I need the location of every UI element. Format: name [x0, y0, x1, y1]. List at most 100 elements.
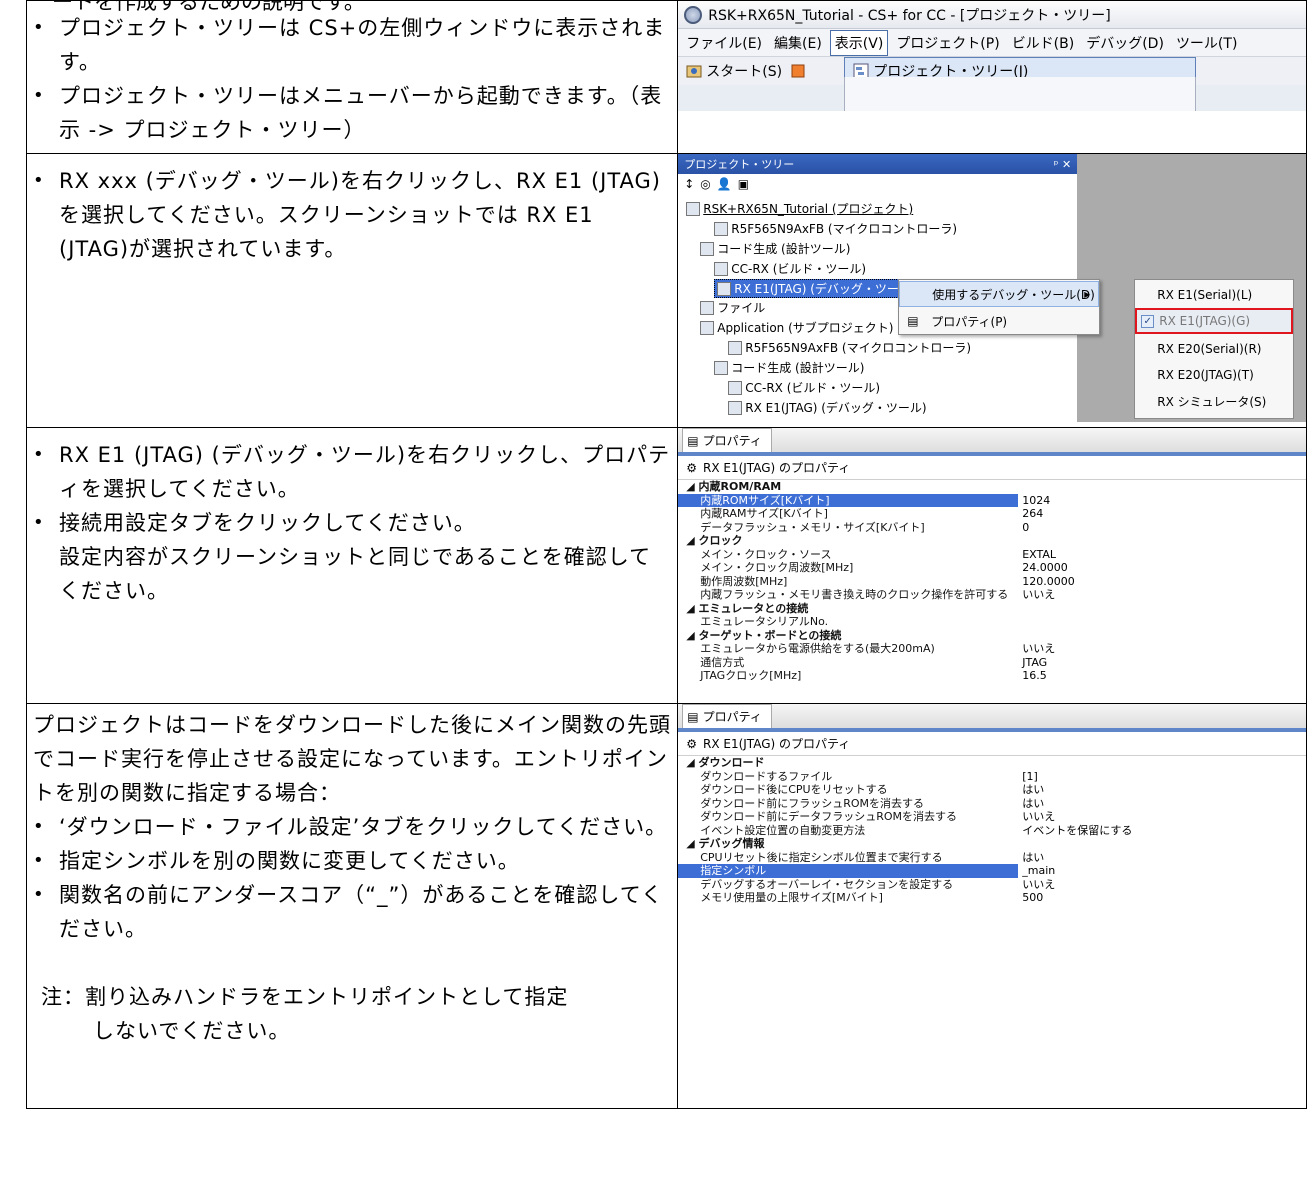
menu-debug[interactable]: デバッグ(D) [1082, 31, 1168, 55]
submenu-e1-jtag-checked[interactable]: ✓ RX E1(JTAG)(G) [1135, 308, 1294, 334]
start-label: スタート(S) [706, 64, 783, 80]
property-category[interactable]: ◢ クロック [678, 534, 1306, 548]
property-row[interactable]: ダウンロード前にデータフラッシュROMを消去する いいえ [678, 810, 1306, 824]
property-row[interactable]: 内蔵RAMサイズ[Kバイト] 264 [678, 507, 1306, 521]
menu-tool[interactable]: ツール(T) [1172, 31, 1241, 55]
menu-project[interactable]: プロジェクト(P) [892, 31, 1003, 55]
submenu-label: RX シミュレータ(S) [1157, 394, 1267, 409]
property-row[interactable]: エミュレータシリアルNo. [678, 615, 1306, 629]
row4-screenshot-cell: ▤ プロパティ ⚙ RX E1(JTAG) のプロパティ ◢ ダウンロード ダウンロー… [677, 703, 1307, 1109]
property-row[interactable]: エミュレータから電源供給をする(最大200mA) いいえ [678, 642, 1306, 656]
download-properties-screenshot: ▤ プロパティ ⚙ RX E1(JTAG) のプロパティ ◢ ダウンロード ダウンロー… [678, 704, 1306, 934]
toolbar-icon[interactable] [790, 63, 806, 79]
member-icon[interactable]: 👤 [717, 177, 732, 191]
property-row[interactable]: 指定シンボル _main [678, 864, 1306, 878]
property-icon[interactable]: ◎ [700, 177, 710, 191]
row1-text-cell: プロジェクト・ツリーは CS+の左側ウィンドウに表示されます。 プロジェクト・ツ… [25, 0, 679, 154]
refresh-icon[interactable]: ▣ [738, 177, 749, 191]
submenu-label: RX E20(Serial)(R) [1157, 342, 1262, 356]
tree-item-files[interactable]: ファイル [700, 299, 765, 316]
property-category[interactable]: ◢ 内蔵ROM/RAM [678, 480, 1306, 494]
properties-tab[interactable]: ▤ プロパティ [682, 704, 773, 728]
tree-item-debug-tool-selected[interactable]: RX E1(JTAG) (デバッグ・ツール) [714, 279, 919, 298]
property-category[interactable]: ◢ デバッグ情報 [678, 837, 1306, 851]
row4-bullet-2: 指定シンボルを別の関数に変更してください。 [33, 844, 671, 878]
sort-icon[interactable]: ↕ [684, 177, 694, 191]
panel-pin-close-icons[interactable]: ᵖ ✕ [1054, 158, 1071, 171]
property-key: エミュレータシリアルNo. [700, 615, 829, 628]
property-row[interactable]: ダウンロード前にフラッシュROMを消去する はい [678, 797, 1306, 811]
properties-tab[interactable]: ▤ プロパティ [682, 428, 773, 452]
property-row[interactable]: メモリ使用量の上限サイズ[Mバイト] 500 [678, 891, 1306, 905]
property-key: ターゲット・ボードとの接続 [698, 628, 842, 642]
menu-build[interactable]: ビルド(B) [1008, 31, 1079, 55]
property-category[interactable]: ◢ ダウンロード [678, 756, 1306, 770]
property-row[interactable]: メイン・クロック・ソース EXTAL [678, 548, 1306, 562]
row1-bullet-1: プロジェクト・ツリーは CS+の左側ウィンドウに表示されます。 [33, 11, 671, 79]
tree-item-sub-mcu[interactable]: R5F565N9AxFB (マイクロコントローラ) [728, 339, 971, 356]
properties-header-label: RX E1(JTAG) のプロパティ [703, 461, 851, 475]
property-row[interactable]: メイン・クロック周波数[MHz] 24.0000 [678, 561, 1306, 575]
property-value: いいえ [1022, 877, 1056, 891]
property-row[interactable]: イベント設定位置の自動変更方法 イベントを保留にする [678, 824, 1306, 838]
tree-item-subproject[interactable]: Application (サブプロジェクト) [700, 319, 893, 336]
property-category[interactable]: ◢ エミュレータとの接続 [678, 602, 1306, 616]
chip-icon [714, 221, 729, 236]
tree-item-label: Application (サブプロジェクト) [717, 321, 894, 335]
property-row[interactable]: 内蔵ROMサイズ[Kバイト] 1024 [678, 493, 1306, 507]
context-menu-properties[interactable]: ▤ プロパティ(P) [899, 308, 1099, 334]
row3-confirm-text: 設定内容がスクリーンショットと同じであることを確認してください。 [59, 545, 652, 603]
property-category[interactable]: ◢ ターゲット・ボードとの接続 [678, 629, 1306, 643]
property-value: いいえ [1022, 642, 1056, 655]
property-key: ダウンロードするファイル [700, 769, 833, 783]
debug-tool-icon: ⚙ [686, 460, 697, 475]
tree-item-label: ファイル [717, 301, 766, 315]
properties-icon: ▤ [687, 433, 699, 448]
context-menu-debug-tool[interactable]: 使用するデバッグ・ツール(D) ▸ [899, 281, 1100, 307]
submenu-simulator[interactable]: RX シミュレータ(S) [1135, 388, 1293, 414]
menu-view[interactable]: 表示(V) [829, 29, 889, 56]
property-row[interactable]: JTAGクロック[MHz] 16.5 [678, 669, 1306, 683]
properties-tabbar: ▤ プロパティ [678, 704, 1306, 732]
property-row[interactable]: 動作周波数[MHz] 120.0000 [678, 575, 1306, 589]
row3-screenshot-cell: ▤ プロパティ ⚙ RX E1(JTAG) のプロパティ ◢ 内蔵ROM/RAM 内蔵… [677, 427, 1307, 704]
property-row[interactable]: デバッグするオーバーレイ・セクションを設定する いいえ [678, 878, 1306, 892]
property-row[interactable]: CPUリセット後に指定シンボル位置まで実行する はい [678, 851, 1306, 865]
property-row[interactable]: 内蔵フラッシュ・メモリ書き換え時のクロック操作を許可する いいえ [678, 588, 1306, 602]
property-row[interactable]: 通信方式 JTAG [678, 656, 1306, 670]
tree-item-build-tool[interactable]: CC-RX (ビルド・ツール) [714, 260, 866, 277]
properties-tab-label: プロパティ [702, 434, 762, 448]
property-value: 16.5 [1022, 669, 1047, 682]
start-button[interactable]: スタート(S) [686, 61, 782, 81]
tree-item-mcu[interactable]: R5F565N9AxFB (マイクロコントローラ) [714, 220, 957, 237]
project-icon [686, 201, 701, 216]
property-row[interactable]: ダウンロードするファイル [1] [678, 770, 1306, 784]
tree-item-codegen[interactable]: コード生成 (設計ツール) [700, 240, 850, 257]
tree-item-sub-debug-tool[interactable]: RX E1(JTAG) (デバッグ・ツール) [728, 399, 927, 416]
menu-file[interactable]: ファイル(E) [682, 31, 766, 55]
cs-plus-app-icon [684, 5, 703, 24]
property-grid: ◢ ダウンロード ダウンロードするファイル [1] ダウンロード後にCPUをリセットす… [678, 756, 1306, 905]
tree-item-sub-codegen[interactable]: コード生成 (設計ツール) [714, 359, 864, 376]
context-menu-label: 使用するデバッグ・ツール(D) [932, 287, 1095, 302]
property-row[interactable]: ダウンロード後にCPUをリセットする はい [678, 783, 1306, 797]
property-value: いいえ [1022, 588, 1056, 601]
tree-item-sub-build-tool[interactable]: CC-RX (ビルド・ツール) [728, 379, 880, 396]
properties-tabbar: ▤ プロパティ [678, 428, 1306, 456]
row2-text-cell: RX xxx (デバッグ・ツール)を右クリックし、RX E1 (JTAG)を選択… [25, 153, 679, 428]
tree-item-project[interactable]: RSK+RX65N_Tutorial (プロジェクト) [686, 200, 913, 217]
properties-header: ⚙ RX E1(JTAG) のプロパティ [678, 732, 1306, 756]
property-row[interactable]: データフラッシュ・メモリ・サイズ[Kバイト] 0 [678, 521, 1306, 535]
submenu-e20-jtag[interactable]: RX E20(JTAG)(T) [1135, 362, 1293, 388]
property-value: 500 [1022, 891, 1044, 904]
submenu-e20-serial[interactable]: RX E20(Serial)(R) [1135, 336, 1293, 362]
submenu-e1-serial[interactable]: RX E1(Serial)(L) [1135, 282, 1293, 308]
property-key: エミュレータとの接続 [698, 601, 809, 615]
view-dropdown-menu [844, 77, 1197, 111]
tree-item-label: コード生成 (設計ツール) [731, 361, 865, 375]
context-menu-label: プロパティ(P) [931, 314, 1008, 329]
property-key: ダウンロード前にデータフラッシュROMを消去する [700, 810, 958, 823]
property-key: 内蔵ROM/RAM [698, 480, 782, 493]
menu-edit[interactable]: 編集(E) [770, 31, 826, 55]
row2-bullet-1: RX xxx (デバッグ・ツール)を右クリックし、RX E1 (JTAG)を選択… [33, 164, 671, 266]
